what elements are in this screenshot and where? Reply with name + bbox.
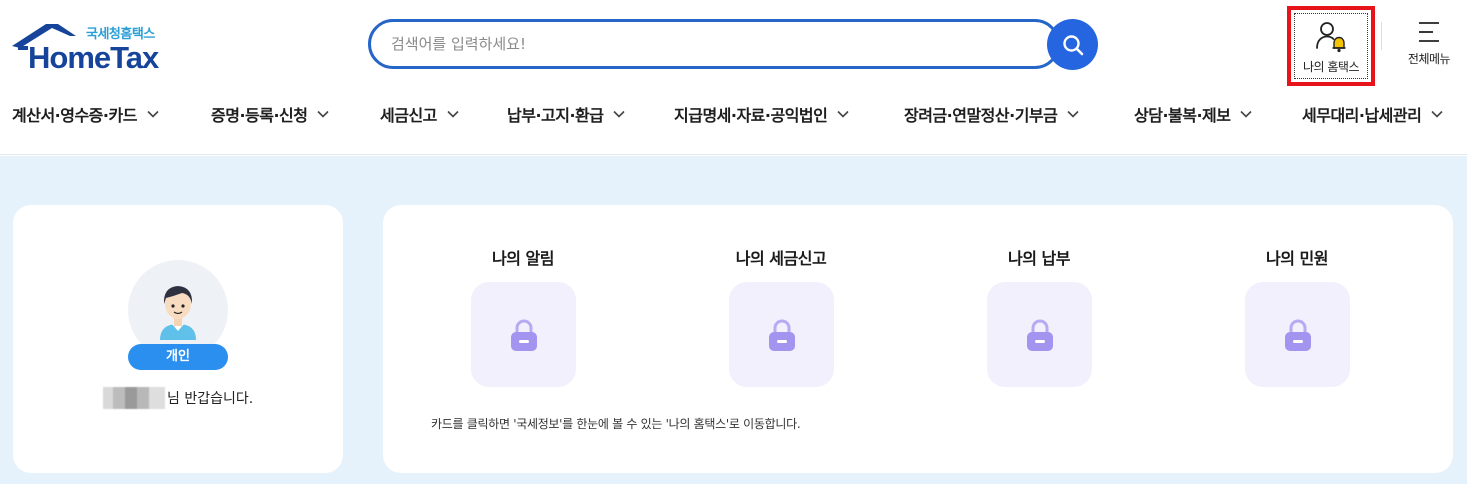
all-menu-button[interactable]: 전체메뉴 [1396,14,1462,76]
nav-item-label: 장려금·연말정산·기부금 [904,106,1058,125]
nav-item-tax-filing[interactable]: 세금신고 [380,102,459,126]
nav-item-label: 납부·고지·환급 [507,106,604,125]
chevron-down-icon [1431,110,1443,118]
nav-item-tax-agent[interactable]: 세무대리·납세관리 [1302,102,1443,126]
lock-icon [1284,319,1311,351]
greeting-text: 님 반갑습니다. [167,391,254,407]
main-navigation: 계산서·영수증·카드 증명·등록·신청 세금신고 납부·고지·환급 지급명세·자… [0,95,1467,133]
header-divider [1381,22,1382,50]
card-title: 나의 세금신고 [735,249,827,268]
chevron-down-icon [1240,110,1253,118]
chevron-down-icon [147,110,159,118]
user-bell-icon [1316,22,1346,53]
greeting-row: 님 반갑습니다. [103,387,253,409]
my-hometax-button[interactable]: 나의 홈택스 [1287,6,1375,86]
my-hometax-cards-panel: 나의 알림 나의 세금신고 나의 납부 나의 민원 카드를 클릭하면 '국세정보… [383,205,1453,473]
my-hometax-label: 나의 홈택스 [1302,60,1360,74]
lock-icon [510,319,537,351]
card-my-civil-petitions[interactable]: 나의 민원 [1197,245,1397,390]
chevron-down-icon [447,110,459,118]
card-box [471,282,576,387]
nav-item-certificates[interactable]: 증명·등록·신청 [211,102,330,126]
hometax-logo[interactable]: 국세청홈택스 HomeTax [12,20,172,75]
card-my-payment[interactable]: 나의 납부 [939,245,1139,390]
user-name-redacted [103,387,165,409]
lock-icon [768,319,795,351]
card-title: 나의 알림 [492,249,554,268]
nav-item-incentives[interactable]: 장려금·연말정산·기부금 [904,102,1079,126]
nav-item-label: 세무대리·납세관리 [1302,106,1422,125]
nav-item-invoices[interactable]: 계산서·영수증·카드 [12,102,159,126]
my-hometax-focus-ring: 나의 홈택스 [1294,13,1368,79]
nav-item-payment-statements[interactable]: 지급명세·자료·공익법인 [674,102,849,126]
user-type-badge: 개인 [128,344,228,370]
card-box [987,282,1092,387]
nav-item-consultation[interactable]: 상담·불복·제보 [1134,102,1253,126]
nav-item-label: 계산서·영수증·카드 [12,106,137,125]
search-input[interactable] [391,33,1031,55]
card-title: 나의 민원 [1266,249,1328,268]
card-box [1245,282,1350,387]
lock-icon [1026,319,1053,351]
profile-card: 개인 님 반갑습니다. [13,205,343,473]
card-title: 나의 납부 [1008,249,1070,268]
chevron-down-icon [317,110,330,118]
main-content: 개인 님 반갑습니다. 나의 알림 나의 세금신고 나의 납부 나의 민원 카드… [0,156,1467,484]
chevron-down-icon [613,110,626,118]
chevron-down-icon [837,110,849,118]
nav-item-label: 지급명세·자료·공익법인 [674,106,828,125]
all-menu-label: 전체메뉴 [1407,52,1451,66]
logo-title: HomeTax [28,40,159,75]
search-button[interactable] [1047,19,1098,70]
nav-item-payment[interactable]: 납부·고지·환급 [507,102,626,126]
card-my-tax-filing[interactable]: 나의 세금신고 [681,245,881,390]
cards-help-text: 카드를 클릭하면 '국세정보'를 한눈에 볼 수 있는 '나의 홈택스'로 이동… [431,417,801,431]
site-header: 국세청홈택스 HomeTax 나의 홈택스 전체메뉴 [0,0,1467,155]
search-icon [1062,34,1083,55]
nav-item-label: 증명·등록·신청 [211,106,308,125]
card-my-notifications[interactable]: 나의 알림 [423,245,623,390]
search-box [368,19,1060,69]
hamburger-menu-icon [1419,22,1439,42]
card-box [729,282,834,387]
chevron-down-icon [1067,110,1079,118]
nav-item-label: 상담·불복·제보 [1134,106,1231,125]
nav-item-label: 세금신고 [380,106,437,125]
